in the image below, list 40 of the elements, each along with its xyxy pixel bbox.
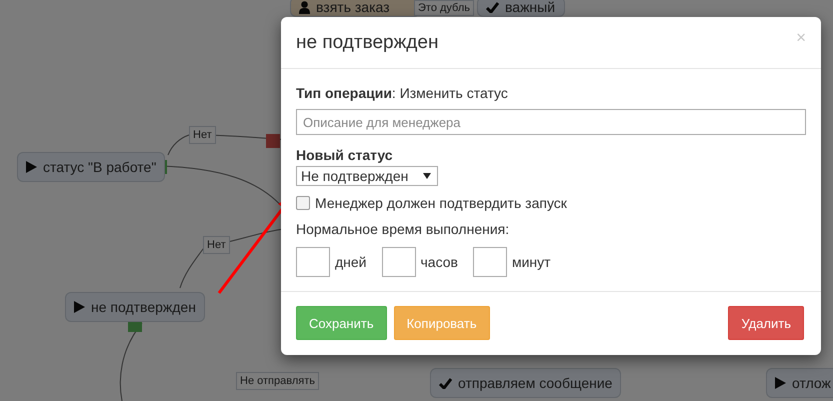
flow-node[interactable]: важный	[477, 0, 565, 17]
connector-line	[168, 134, 190, 156]
unit-label: часов	[420, 254, 458, 270]
checkbox-label: Менеджер должен подтвердить запуск	[315, 195, 567, 211]
node-title: взять заказ	[316, 0, 390, 14]
checkmark-icon	[486, 2, 499, 12]
edge-label[interactable]: Нет	[203, 236, 230, 254]
unit-label: дней	[335, 254, 367, 270]
node-title: важный	[505, 0, 556, 14]
flow-node[interactable]: статус "В работе"	[17, 152, 166, 182]
play-icon	[26, 161, 37, 173]
node-title: отлож	[792, 376, 831, 390]
delete-button[interactable]: Удалить	[728, 306, 804, 340]
save-button[interactable]: Сохранить	[296, 306, 387, 340]
status-select[interactable]: Не подтвержден	[296, 166, 438, 186]
flow-node[interactable]: отлож	[766, 368, 833, 398]
caret-icon	[423, 173, 431, 179]
port-marker[interactable]	[266, 134, 280, 148]
node-title: статус "В работе"	[43, 160, 156, 174]
unit-label: минут	[512, 254, 551, 270]
duration-label: Нормальное время выполнения:	[296, 221, 510, 237]
field-label: Новый статус	[296, 147, 394, 163]
play-icon	[775, 377, 786, 389]
modal-title: не подтвержден	[296, 31, 438, 55]
duration-field[interactable]	[296, 247, 330, 277]
edge-label[interactable]: Нет	[189, 126, 216, 144]
duration-field[interactable]	[472, 247, 507, 277]
person-icon	[299, 0, 310, 14]
checkbox[interactable]	[296, 196, 310, 210]
flow-node[interactable]: отправляем сообщение	[430, 368, 622, 398]
duration-field[interactable]	[382, 247, 416, 277]
node-title: не подтвержден	[91, 300, 196, 314]
edge-label[interactable]: Не отправлять	[236, 372, 319, 390]
description-field[interactable]: Описание для менеджера	[296, 109, 806, 135]
flow-node[interactable]: не подтвержден	[65, 292, 205, 322]
operation-type: Тип операции: Изменить статус	[296, 85, 509, 101]
copy-button[interactable]: Копировать	[394, 306, 490, 340]
checkmark-icon	[439, 378, 452, 388]
play-icon	[74, 301, 85, 313]
node-title: отправляем сообщение	[458, 376, 612, 390]
